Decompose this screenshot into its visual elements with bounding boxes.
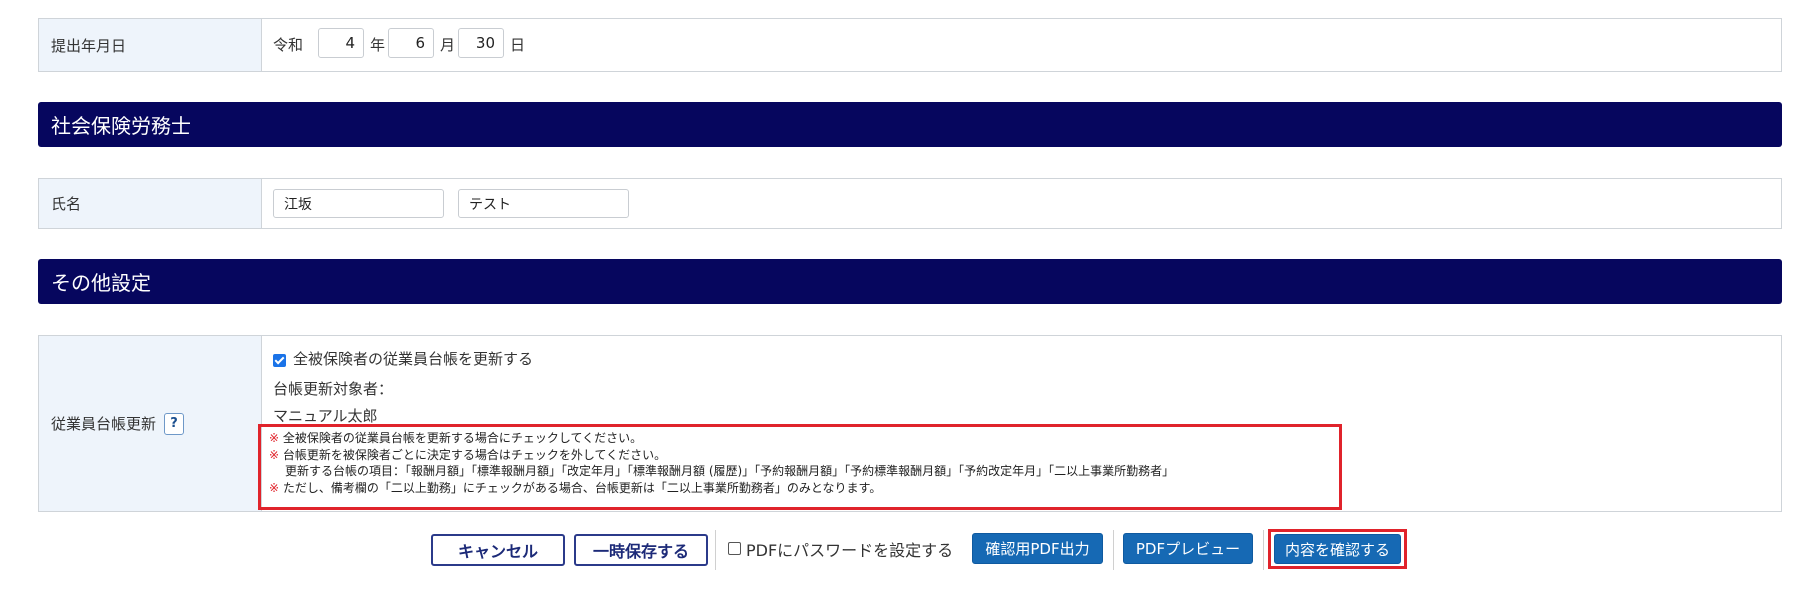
notice-box: ※ 全被保険者の従業員台帳を更新する場合にチェックしてください。 ※ 台帳更新を… bbox=[258, 424, 1342, 510]
submission-date-row: 提出年月日 令和 4 年 6 月 30 日 bbox=[38, 18, 1782, 72]
last-name-input[interactable]: 江坂 bbox=[273, 189, 444, 218]
form-page: 提出年月日 令和 4 年 6 月 30 日 社会保険労務士 氏名 江坂 テスト … bbox=[0, 0, 1819, 589]
separator bbox=[715, 530, 716, 570]
first-name-input[interactable]: テスト bbox=[458, 189, 629, 218]
separator bbox=[1263, 530, 1264, 570]
cancel-button[interactable]: キャンセル bbox=[431, 534, 565, 566]
target-person: マニュアル太郎 bbox=[273, 407, 378, 425]
pdf-password-label[interactable]: PDFにパスワードを設定する bbox=[746, 537, 953, 561]
pdf-password-checkbox[interactable] bbox=[728, 542, 741, 555]
pdf-preview-button[interactable]: PDFプレビュー bbox=[1123, 533, 1253, 564]
notice-line-4: ※ ただし、備考欄の「二以上勤務」にチェックがある場合、台帳更新は「二以上事業所… bbox=[269, 480, 882, 495]
confirm-button[interactable]: 内容を確認する bbox=[1274, 534, 1401, 564]
section-header-sharoushi: 社会保険労務士 bbox=[38, 102, 1782, 147]
help-icon[interactable]: ? bbox=[164, 412, 185, 435]
month-unit: 月 bbox=[440, 36, 456, 54]
target-label: 台帳更新対象者： bbox=[273, 380, 394, 398]
submission-date-fields: 令和 4 年 6 月 30 日 bbox=[262, 19, 1781, 71]
name-label: 氏名 bbox=[39, 179, 262, 228]
save-temp-button[interactable]: 一時保存する bbox=[574, 534, 708, 566]
ledger-update-label-cell: 従業員台帳更新 ? bbox=[39, 336, 262, 511]
ledger-update-label: 従業員台帳更新 bbox=[51, 415, 157, 433]
year-input[interactable]: 4 bbox=[318, 28, 364, 58]
era-label: 令和 bbox=[273, 36, 304, 54]
notice-line-1: ※ 全被保険者の従業員台帳を更新する場合にチェックしてください。 bbox=[269, 431, 643, 445]
day-unit: 日 bbox=[510, 36, 526, 54]
update-all-label[interactable]: 全被保険者の従業員台帳を更新する bbox=[293, 348, 533, 369]
name-row: 氏名 江坂 テスト bbox=[38, 178, 1782, 229]
separator bbox=[1113, 530, 1114, 570]
name-fields: 江坂 テスト bbox=[262, 179, 1781, 228]
submission-date-label: 提出年月日 bbox=[39, 19, 262, 71]
update-all-checkbox[interactable] bbox=[273, 354, 286, 367]
day-input[interactable]: 30 bbox=[458, 28, 504, 58]
section-header-other: その他設定 bbox=[38, 259, 1782, 304]
notice-line-2: ※ 台帳更新を被保険者ごとに決定する場合はチェックを外してください。 bbox=[269, 447, 667, 462]
month-input[interactable]: 6 bbox=[388, 28, 434, 58]
notice-line-3: 更新する台帳の項目：「報酬月額」「標準報酬月額」「改定年月」「標準報酬月額 (履… bbox=[285, 464, 1175, 478]
year-unit: 年 bbox=[370, 36, 386, 54]
confirm-pdf-button[interactable]: 確認用PDF出力 bbox=[972, 533, 1103, 564]
